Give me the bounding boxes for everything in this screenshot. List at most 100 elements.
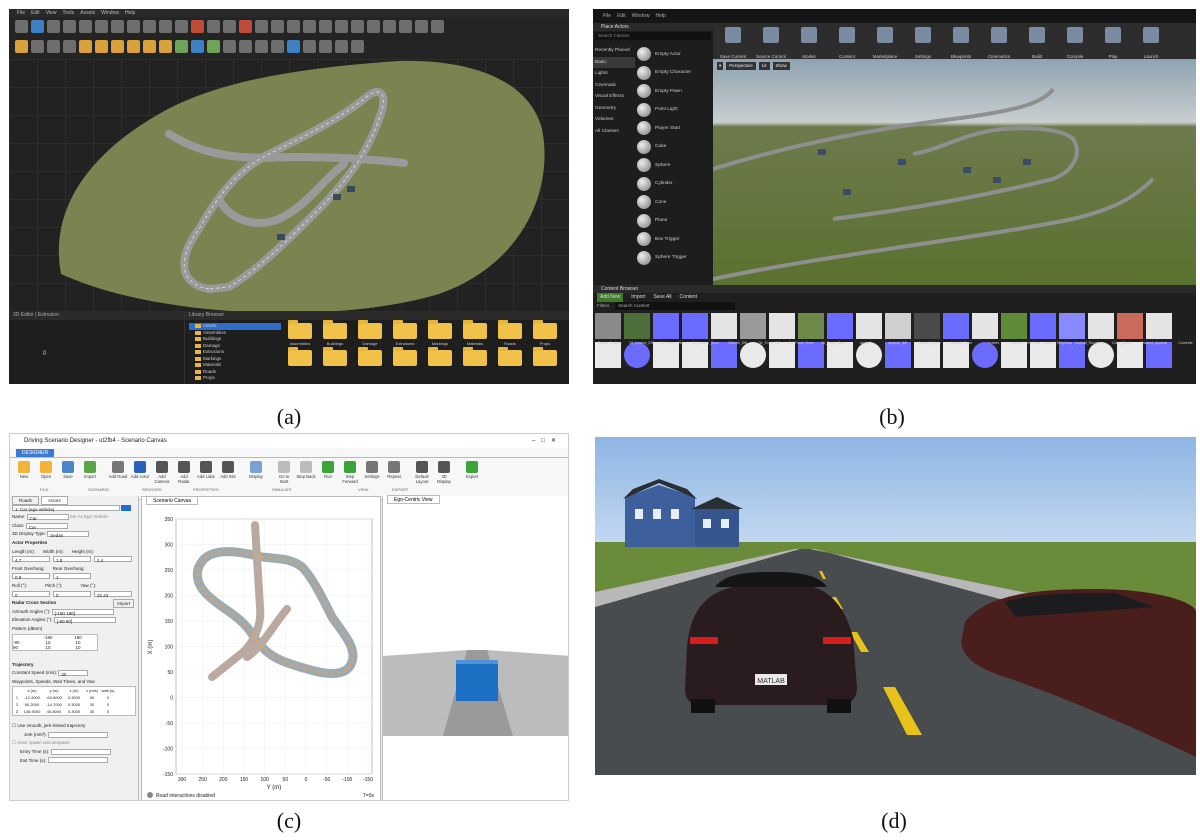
cone-icon[interactable] <box>79 40 92 53</box>
export-button[interactable]: Export <box>462 460 482 497</box>
length-field[interactable]: 4.7 <box>12 556 50 563</box>
marketplace-button[interactable]: Marketplace <box>867 25 903 59</box>
asset-thumbnail[interactable] <box>1146 313 1172 339</box>
step-forward-button[interactable]: Step Forward <box>340 460 360 497</box>
spawn-row[interactable]: ☐ Actor spawn and despawn <box>10 739 138 748</box>
scenario-canvas[interactable]: Scenario Canvas 350 300 250 200 150 100 50 0 -50… <box>141 496 381 800</box>
waypoints-table[interactable]: x (m) y (m) z (m) v (m/s) wait (s) 1 -12.4000-… <box>12 686 136 717</box>
marking-curve-tool-icon[interactable] <box>351 20 364 33</box>
prop-curve-tool-icon[interactable] <box>271 20 284 33</box>
waypoint-cell[interactable]: -14.7000 <box>43 701 65 708</box>
waypoint-cell[interactable]: 30 <box>83 694 101 701</box>
ego-centric-view[interactable]: Ego-Centric View <box>382 495 568 800</box>
step-back-button[interactable]: Step Back <box>296 460 316 497</box>
route-icon[interactable] <box>351 40 364 53</box>
width-field[interactable]: 1.8 <box>53 556 91 563</box>
actors-tab[interactable]: Actors <box>41 496 68 505</box>
waypoint-cell[interactable]: 30 <box>83 708 101 715</box>
folder-item[interactable] <box>532 347 558 366</box>
asset-thumbnail[interactable] <box>856 342 882 368</box>
menu-item[interactable]: Assets <box>80 9 95 17</box>
actor-item[interactable]: Sphere <box>637 156 713 175</box>
asset-thumbnail[interactable] <box>1117 342 1143 368</box>
azimuth-field[interactable]: [-180 180] <box>51 608 114 616</box>
yaw-field[interactable]: 32.43 <box>94 590 132 598</box>
menu-item[interactable]: Edit <box>31 9 40 17</box>
waypoint-cell[interactable]: 1 <box>13 694 21 701</box>
road-plan-tool-icon[interactable] <box>31 20 44 33</box>
waypoint-cell[interactable]: 0.3000 <box>65 708 83 715</box>
asset-thumbnail[interactable] <box>595 342 621 368</box>
actor-item[interactable]: Player Start <box>637 119 713 138</box>
add-new-button[interactable]: Add New <box>597 293 624 302</box>
asset-thumbnail[interactable] <box>1030 342 1056 368</box>
smooth-trajectory-row[interactable]: ☐ Use smooth, jerk-limited trajectory <box>10 722 138 731</box>
asset-thumbnail[interactable] <box>1059 313 1085 339</box>
jerk-field[interactable] <box>48 731 109 738</box>
asset-thumbnail[interactable] <box>711 313 737 339</box>
waypoint-cell[interactable]: 40.8000 <box>43 708 65 715</box>
waypoint-cell[interactable]: 60.2000 <box>21 701 43 708</box>
actor-item[interactable]: Sphere Trigger <box>637 249 713 268</box>
actor-color-swatch[interactable] <box>121 505 132 512</box>
new-button[interactable]: New <box>14 460 34 497</box>
asset-thumbnail[interactable] <box>972 342 998 368</box>
actor-item[interactable]: Plane <box>637 212 713 231</box>
stop-line-icon[interactable] <box>63 40 76 53</box>
actor-item[interactable]: Cone <box>637 193 713 212</box>
play-button[interactable]: Play <box>1095 25 1131 59</box>
lane-form-tool-icon[interactable] <box>127 20 140 33</box>
vegetation-icon[interactable] <box>207 40 220 53</box>
asset-thumbnail[interactable] <box>624 342 650 368</box>
window-controls[interactable]: –□✕ <box>532 434 568 448</box>
modes-button[interactable]: Modes <box>791 25 827 59</box>
elevation-tool-icon[interactable] <box>207 20 220 33</box>
asset-thumbnail[interactable] <box>972 313 998 339</box>
search-content-input[interactable]: Search Content <box>615 302 736 310</box>
actor-select[interactable]: 1: Car (ego vehicle) <box>12 505 120 512</box>
asset-thumbnail[interactable] <box>711 342 737 368</box>
asset-thumbnail[interactable] <box>885 342 911 368</box>
front-overhang-field[interactable]: 0.9 <box>12 573 50 580</box>
folder-item[interactable] <box>497 347 523 366</box>
water-icon[interactable] <box>191 40 204 53</box>
asset-thumbnail[interactable] <box>653 313 679 339</box>
asset-thumbnail[interactable] <box>769 313 795 339</box>
prop-polygon-tool-icon[interactable] <box>303 20 316 33</box>
category-item[interactable]: Volumes <box>593 114 635 126</box>
designer-tab[interactable]: DESIGNER <box>16 449 55 457</box>
yield-sign-icon[interactable] <box>143 40 156 53</box>
asset-thumbnail[interactable] <box>1117 313 1143 339</box>
class-select[interactable]: Car <box>25 522 68 530</box>
lane-marking-icon[interactable] <box>15 40 28 53</box>
entry-time-field[interactable] <box>50 748 111 755</box>
asset-thumbnail[interactable] <box>943 342 969 368</box>
camera-icon[interactable] <box>287 40 300 53</box>
folder-item[interactable]: Extrusions <box>392 320 418 346</box>
folder-item[interactable] <box>427 347 453 366</box>
pattern-cell[interactable]: 10 <box>63 645 93 650</box>
source-control-button[interactable]: Source Control <box>753 25 789 59</box>
lane-carve-tool-icon[interactable] <box>143 20 156 33</box>
lane-tool-icon[interactable] <box>79 20 92 33</box>
default-layout-button[interactable]: Default Layout <box>412 460 432 497</box>
asset-thumbnail[interactable] <box>798 342 824 368</box>
prop-span-tool-icon[interactable] <box>287 20 300 33</box>
filters-button[interactable]: Filters <box>597 302 609 310</box>
asset-thumbnail[interactable] <box>1088 313 1114 339</box>
roadrunner-scene-canvas[interactable] <box>9 59 569 313</box>
menu-item[interactable]: Edit <box>617 9 626 23</box>
marking-tool-icon[interactable] <box>239 20 252 33</box>
launch-button[interactable]: Launch <box>1133 25 1169 59</box>
set-ego-button[interactable]: Set As Ego Vehicle <box>70 514 108 519</box>
folder-item[interactable]: Buildings <box>322 320 348 346</box>
asset-thumbnail[interactable] <box>1059 342 1085 368</box>
folder-item[interactable] <box>357 347 383 366</box>
add-road-button[interactable]: Add Road <box>108 460 128 497</box>
crosswalk-tool-icon[interactable] <box>175 20 188 33</box>
waypoint-cell[interactable]: 2 <box>13 701 21 708</box>
circle-tool-icon[interactable] <box>47 20 60 33</box>
menu-item[interactable]: Window <box>101 9 119 17</box>
run-button[interactable]: Run <box>318 460 338 497</box>
asset-thumbnail[interactable] <box>943 313 969 339</box>
